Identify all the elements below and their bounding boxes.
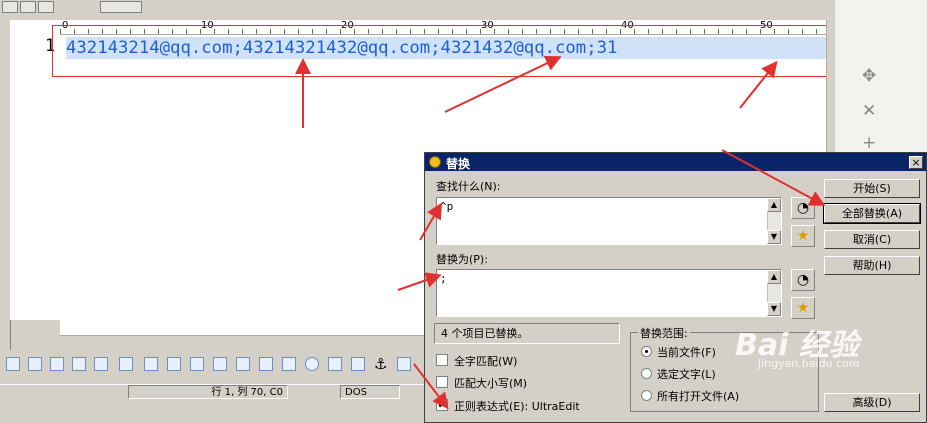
image-tool-icon[interactable]: [351, 357, 365, 371]
replace-scope-label: 替换范围:: [638, 325, 690, 341]
toolbar-icon[interactable]: [72, 357, 86, 371]
scope-all-open-radio[interactable]: [641, 390, 652, 401]
toolbar-icon[interactable]: [6, 357, 20, 371]
anchor-icon[interactable]: ⚓: [374, 355, 387, 373]
move-icon[interactable]: ✥: [862, 66, 876, 86]
replace-label: 替换为(P):: [436, 253, 488, 266]
scroll-down-button[interactable]: ▼: [767, 230, 781, 244]
regex-checkbox[interactable]: ✔: [436, 399, 448, 411]
file-tab[interactable]: [100, 1, 142, 13]
cursor-position: 行 1, 列 70, C0: [128, 385, 288, 399]
scope-all-open-label[interactable]: 所有打开文件(A): [657, 388, 739, 404]
close-button[interactable]: ×: [909, 156, 923, 169]
star-favorites-icon[interactable]: ★: [791, 297, 815, 319]
scroll-up-button[interactable]: ▲: [767, 198, 781, 212]
toolbar-icon[interactable]: [94, 357, 108, 371]
scroll-down-button[interactable]: ▼: [767, 302, 781, 316]
cancel-button[interactable]: 取消(C): [824, 230, 920, 249]
replace-input[interactable]: ;: [436, 269, 782, 317]
regex-label[interactable]: 正则表达式(E): UltraEdit: [454, 398, 580, 414]
match-word-checkbox[interactable]: [436, 354, 448, 366]
close-icon[interactable]: ✕: [862, 101, 876, 121]
toolbar-icon[interactable]: [144, 357, 158, 371]
toolbar-icon[interactable]: [20, 1, 36, 13]
match-word-label[interactable]: 全字匹配(W): [454, 353, 517, 369]
checkbox-tool-icon[interactable]: [282, 357, 296, 371]
line-ending-format: DOS: [340, 385, 400, 399]
toolbar-icon[interactable]: [2, 1, 18, 13]
toolbar-icon[interactable]: [119, 357, 133, 371]
toolbar-icon[interactable]: [236, 357, 250, 371]
watermark-url: jingyan.baidu.com: [758, 357, 860, 370]
toolbar-icon[interactable]: [38, 1, 54, 13]
scope-selected-text-label[interactable]: 选定文字(L): [657, 366, 716, 382]
replace-status: 4 个项目已替换。: [434, 323, 620, 344]
toolbar-icon[interactable]: [213, 357, 227, 371]
regex-builder-icon[interactable]: ◔: [791, 197, 815, 219]
toolbar-icon[interactable]: [397, 357, 411, 371]
toolbar-icon[interactable]: [190, 357, 204, 371]
star-favorites-icon[interactable]: ★: [791, 225, 815, 247]
scope-selected-text-radio[interactable]: [641, 368, 652, 379]
radio-tool-icon[interactable]: [305, 357, 319, 371]
dialog-title-bar[interactable]: [425, 153, 926, 171]
match-case-label[interactable]: 匹配大小写(M): [454, 375, 527, 391]
help-button[interactable]: 帮助(H): [824, 256, 920, 275]
toolbar-icon[interactable]: [28, 357, 42, 371]
start-button[interactable]: 开始(S): [824, 179, 920, 198]
toolbar-icon[interactable]: [50, 357, 64, 371]
app-icon: [429, 156, 441, 168]
toolbar-icon[interactable]: [328, 357, 342, 371]
scroll-up-button[interactable]: ▲: [767, 270, 781, 284]
highlight-box: [52, 25, 828, 77]
match-case-checkbox[interactable]: [436, 376, 448, 388]
scope-current-file-radio[interactable]: [641, 346, 652, 357]
plus-icon[interactable]: +: [862, 133, 876, 153]
regex-builder-icon[interactable]: ◔: [791, 269, 815, 291]
dialog-title: 替换: [446, 157, 471, 171]
replace-all-button[interactable]: 全部替换(A): [823, 203, 921, 224]
toolbar-icon[interactable]: [167, 357, 181, 371]
toolbar-icon[interactable]: [259, 357, 273, 371]
find-input[interactable]: ^p: [436, 197, 782, 245]
advanced-button[interactable]: 高级(D): [824, 393, 920, 412]
scope-current-file-label[interactable]: 当前文件(F): [657, 344, 716, 360]
find-label: 查找什么(N):: [436, 180, 501, 193]
title-toolbar: [0, 0, 835, 21]
